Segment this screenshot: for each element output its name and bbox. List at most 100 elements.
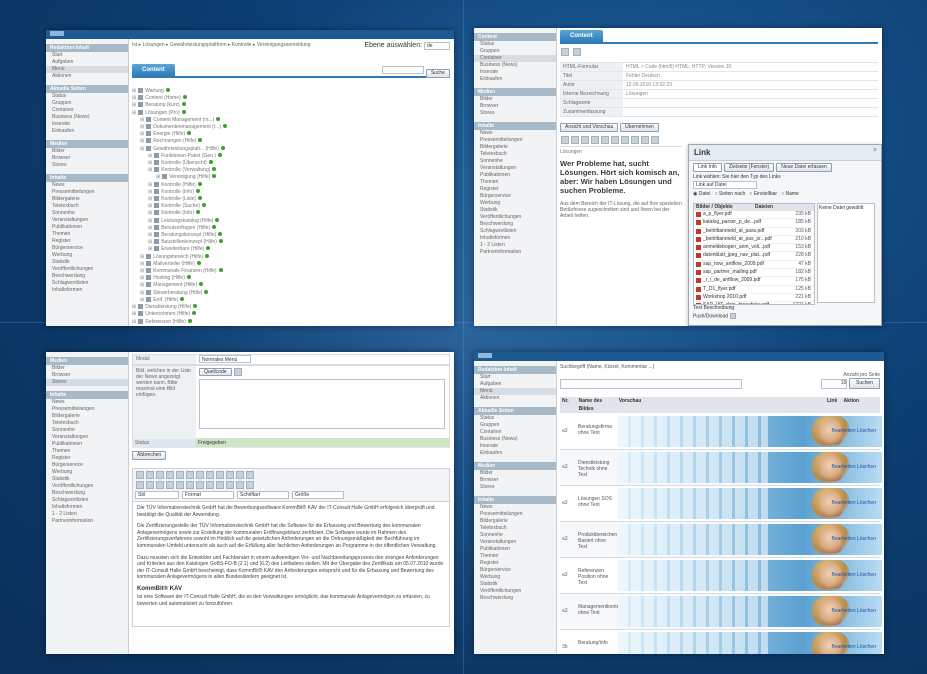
sidebar-item[interactable]: Sonnenhe xyxy=(46,427,128,434)
info-value[interactable]: HTML > Code (html5) HTML; HTTP; Version … xyxy=(623,63,878,71)
sidebar-item[interactable]: Inhaltsformen xyxy=(46,287,128,294)
sidebar-item[interactable]: Business (News) xyxy=(474,436,556,443)
sidebar-item[interactable]: Bilder xyxy=(474,470,556,477)
close-icon[interactable]: × xyxy=(873,147,877,154)
info-value[interactable]: 12.09.2010 13:32:23 xyxy=(623,81,878,89)
tree-node[interactable]: ⊞ Hosting (Hilfe) xyxy=(132,275,450,282)
tree-node[interactable]: ⊞ Beratungskonzept (Hilfe) xyxy=(132,232,450,239)
tree-node[interactable]: ⊞ Beratung (kurz) xyxy=(132,102,450,109)
dialog-tab[interactable]: Link Info xyxy=(693,163,722,172)
sidebar-item[interactable]: Sonnenhe xyxy=(474,532,556,539)
file-row[interactable]: sap_now_antflow_2009.pdf 47 kB xyxy=(694,261,814,270)
tree-node[interactable]: ⊞ Funktionen-Paket (Gen.) xyxy=(132,152,450,160)
tree-node[interactable]: ⊞ Leistungskatalog (Hilfe) xyxy=(132,217,450,225)
expand-icon[interactable]: ⊞ xyxy=(140,275,144,281)
expand-icon[interactable]: ⊞ xyxy=(132,88,136,94)
sidebar-item[interactable]: Browser xyxy=(474,477,556,484)
column-header[interactable]: Name des Bildes xyxy=(577,397,617,413)
sidebar-item[interactable]: Status xyxy=(474,415,556,422)
sidebar-item[interactable]: Bürgerservice xyxy=(474,193,556,200)
table-row[interactable]: 3b Beratung/info Bearbeiten Löschen xyxy=(560,630,882,654)
sidebar-item[interactable]: Bilder xyxy=(46,148,128,155)
sidebar-item[interactable]: Aktionen xyxy=(474,395,556,402)
sidebar-item[interactable]: Bürgerservice xyxy=(46,245,128,252)
editor-headline[interactable]: Wer Probleme hat, sucht Lösungen. Hört s… xyxy=(560,159,682,195)
modul-select[interactable]: Normales Menü xyxy=(199,355,251,363)
expand-icon[interactable]: ⊞ xyxy=(140,146,144,152)
sidebar-item[interactable]: Inhaltsformen xyxy=(474,235,556,242)
sidebar-item[interactable]: Einkaufen xyxy=(46,128,128,135)
source-button[interactable]: Quellcode xyxy=(199,368,232,377)
tree-node[interactable]: ⊞ Wartung xyxy=(132,88,450,95)
sidebar-item[interactable]: Einkaufen xyxy=(474,76,556,83)
tree-node[interactable]: ⊞ Kommunale Finanzen (Hilfe) xyxy=(132,268,450,275)
sidebar-item[interactable]: Browser xyxy=(46,372,128,379)
replace-icon[interactable] xyxy=(236,471,244,479)
table-row[interactable]: a3 Produktbereichen Basiert ohne Text Bear… xyxy=(560,522,882,558)
sidebar-item[interactable]: Bildergalerie xyxy=(474,518,556,525)
new-page-icon[interactable] xyxy=(156,471,164,479)
print-icon[interactable] xyxy=(572,48,581,56)
file-row[interactable]: a_p_flyer.pdf 235 kB xyxy=(694,211,814,220)
row-actions[interactable]: Bearbeiten Löschen xyxy=(832,428,876,434)
cut-icon[interactable] xyxy=(176,471,184,479)
radio-icon[interactable]: ○ xyxy=(749,191,752,197)
bold-icon[interactable] xyxy=(136,481,144,489)
sidebar-item[interactable]: Teletexbuch xyxy=(474,151,556,158)
expand-icon[interactable]: ⊞ xyxy=(132,319,136,325)
preview-icon[interactable] xyxy=(166,471,174,479)
tree-node[interactable]: ⊞ Referenzen (Hilfe) xyxy=(132,318,450,326)
expand-icon[interactable]: ⊞ xyxy=(132,304,136,310)
sidebar-item[interactable]: Teletexbuch xyxy=(474,525,556,532)
tree-node[interactable]: ⊞ Kontrolle (Info) xyxy=(132,188,450,196)
sidebar-item[interactable]: News xyxy=(46,182,128,189)
sidebar-item[interactable]: Inserate xyxy=(474,443,556,450)
expand-icon[interactable]: ⊞ xyxy=(156,174,160,180)
link-type-select[interactable]: Link auf Datei xyxy=(693,181,757,189)
file-row[interactable]: datenblatt_jpeg_nav_plat...pdf 228 kB xyxy=(694,252,814,261)
row-actions[interactable]: Bearbeiten Löschen xyxy=(832,644,876,650)
tree-node[interactable]: ⊞ Dienstleistung (Hilfe) xyxy=(132,304,450,311)
sidebar-item[interactable]: Sonnenhe xyxy=(474,158,556,165)
expand-icon[interactable]: ⊞ xyxy=(132,311,136,317)
sidebar-item[interactable]: Pressemitteilungen xyxy=(46,189,128,196)
sidebar-item[interactable]: Inserate xyxy=(46,121,128,128)
info-value[interactable]: Lösungen xyxy=(623,90,878,98)
expand-icon[interactable]: ⊞ xyxy=(140,138,144,144)
format-select[interactable]: Schriftart xyxy=(237,491,289,499)
format-select[interactable]: Stil xyxy=(135,491,179,499)
source-icon[interactable] xyxy=(651,136,659,144)
sidebar-item[interactable]: Bürgerservice xyxy=(46,462,128,469)
sidebar-item[interactable]: Inhaltsformen xyxy=(46,504,128,511)
dialog-tab[interactable]: Zielseite (Fenster) xyxy=(723,163,775,172)
sidebar-item[interactable]: Bildergalerie xyxy=(474,144,556,151)
sidebar-item[interactable]: Veranstaltungen xyxy=(46,434,128,441)
sidebar-item[interactable]: Themen xyxy=(46,231,128,238)
sidebar-item[interactable]: Veröffentlichungen xyxy=(46,266,128,273)
sidebar-item[interactable]: Publikationen xyxy=(46,224,128,231)
table-icon[interactable] xyxy=(246,481,254,489)
save-icon[interactable] xyxy=(146,471,154,479)
file-row[interactable]: _beitrittanmeld_at_pas_pr...pdf 210 kB xyxy=(694,236,814,245)
tree-node[interactable]: ⊞ Steuerberatung (Hilfe) xyxy=(132,289,450,297)
column-header[interactable]: Vorschau xyxy=(617,397,825,413)
sidebar-item[interactable]: Einkaufen xyxy=(474,450,556,457)
cancel-button[interactable]: Abbrechen xyxy=(132,451,167,460)
sidebar-item[interactable]: News xyxy=(474,504,556,511)
tree-node[interactable]: ⊞ Lösungsbereich (Hilfe) xyxy=(132,253,450,261)
expand-icon[interactable]: ⊞ xyxy=(148,225,152,231)
expand-icon[interactable]: ⊞ xyxy=(148,246,152,252)
expand-icon[interactable]: ⊞ xyxy=(140,124,144,130)
sidebar-item[interactable]: Register xyxy=(46,238,128,245)
expand-icon[interactable]: ⊞ xyxy=(148,189,152,195)
sidebar-item[interactable]: News xyxy=(46,399,128,406)
file-row[interactable]: anmeldebogen_anm_voll...pdf 153 kB xyxy=(694,244,814,253)
strike-icon[interactable] xyxy=(166,481,174,489)
image-field[interactable] xyxy=(199,379,445,430)
expand-icon[interactable]: ⊞ xyxy=(148,153,152,159)
row-actions[interactable]: Bearbeiten Löschen xyxy=(832,572,876,578)
tab-content[interactable]: Content xyxy=(132,64,175,76)
file-row[interactable]: _beitrittanmeld_at_pass.pdf 203 kB xyxy=(694,228,814,236)
italic-icon[interactable] xyxy=(571,136,579,144)
expand-icon[interactable]: ⊞ xyxy=(140,297,144,303)
